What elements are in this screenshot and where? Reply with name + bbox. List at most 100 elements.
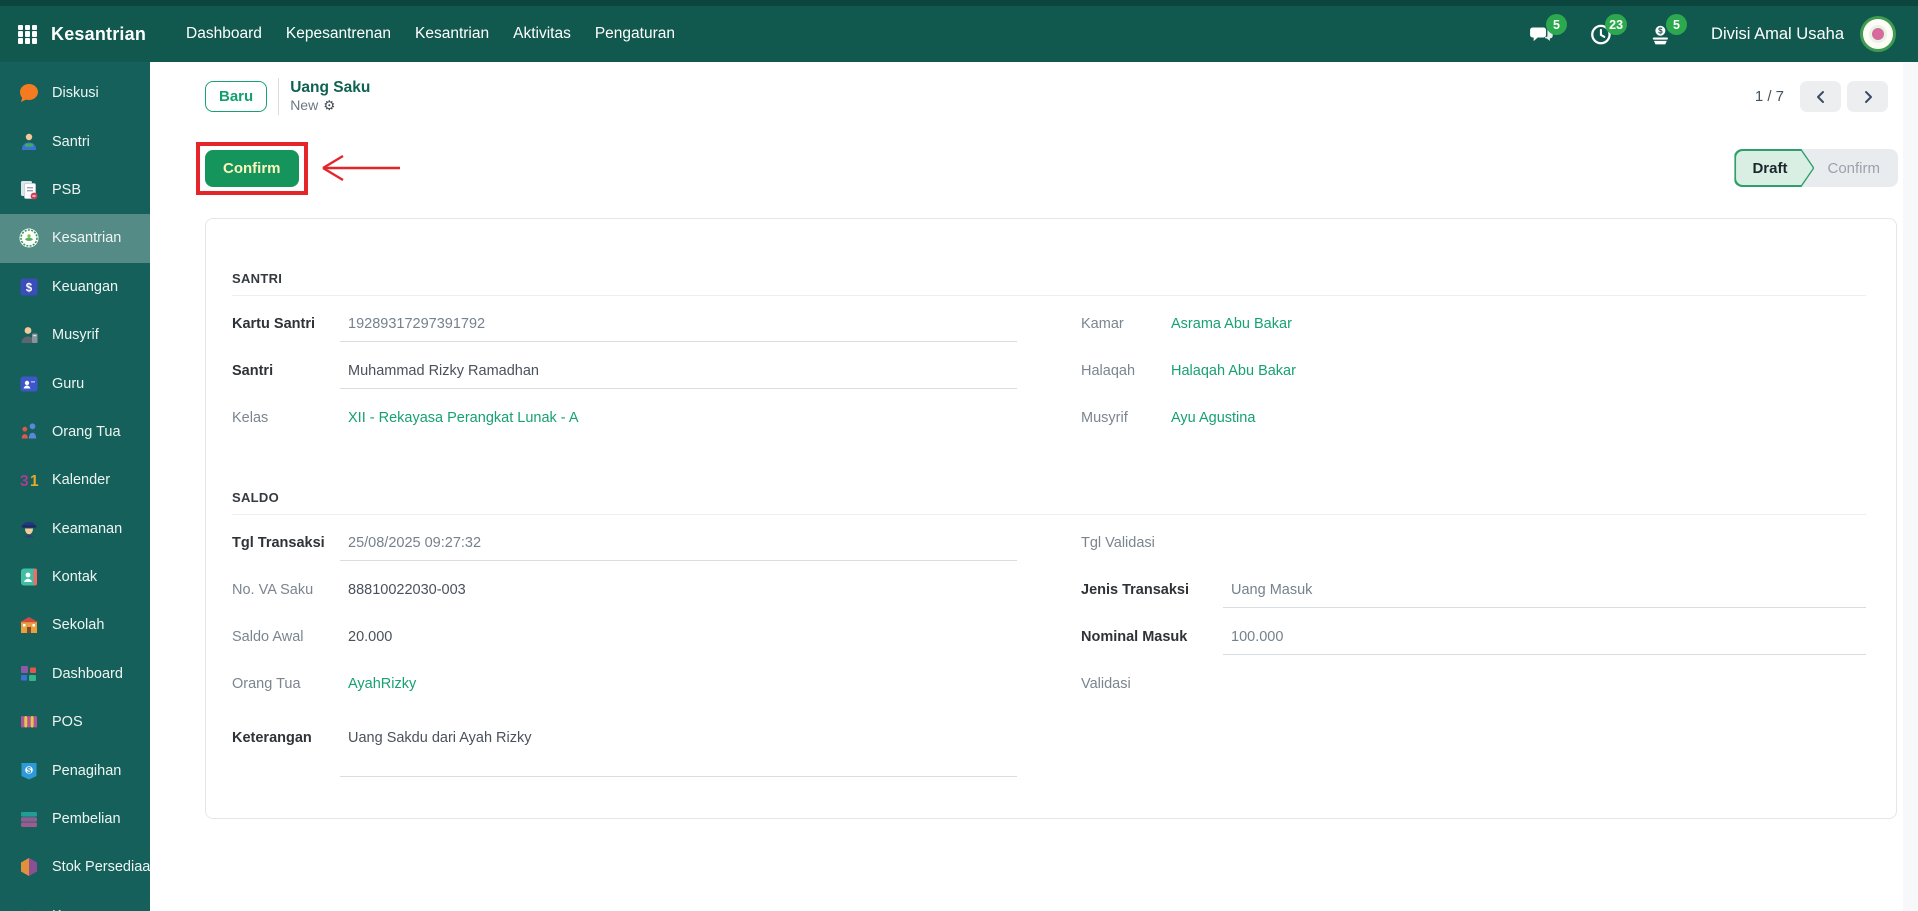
security-guard-icon (17, 517, 41, 541)
settings-gear-icon[interactable]: ⚙ (323, 98, 335, 115)
nav-item-pengaturan[interactable]: Pengaturan (595, 25, 675, 43)
form-toolbar: Confirm Draft Confirm (150, 144, 1918, 192)
inventory-box-icon (17, 855, 41, 879)
nav-item-kepesantrenan[interactable]: Kepesantrenan (286, 25, 391, 43)
svg-text:$: $ (26, 282, 33, 294)
sidebar-item-pembelian[interactable]: Pembelian (0, 795, 150, 843)
sidebar-item-guru[interactable]: Guru (0, 359, 150, 407)
purchase-stack-icon (17, 807, 41, 831)
sidebar-item-kontak[interactable]: Kontak (0, 553, 150, 601)
chat-notifications-icon[interactable]: 5 (1529, 21, 1555, 47)
sidebar-item-keamanan[interactable]: Keamanan (0, 505, 150, 553)
sidebar-item-pos[interactable]: POS (0, 698, 150, 746)
page-header: Baru Uang Saku New ⚙ 1 / 7 (150, 62, 1918, 118)
nav-item-aktivitas[interactable]: Aktivitas (513, 25, 571, 43)
svg-text:1: 1 (30, 473, 39, 490)
sidebar: Diskusi Santri PSB Kesantrian $ Keuangan… (0, 62, 150, 911)
sidebar-item-keuangan[interactable]: $ Keuangan (0, 263, 150, 311)
chat-count-badge: 5 (1546, 14, 1567, 35)
orang-tua-link[interactable]: AyahRizky (340, 673, 1017, 701)
sidebar-item-kesantrian[interactable]: Kesantrian (0, 214, 150, 262)
svg-text:$: $ (1658, 27, 1663, 36)
field-kartu-santri: Kartu Santri 19289317297391792 (232, 313, 1017, 359)
field-validasi: Validasi (1081, 673, 1866, 719)
kamar-link[interactable]: Asrama Abu Bakar (1163, 313, 1866, 341)
kartu-santri-input[interactable]: 19289317297391792 (340, 313, 1017, 342)
section-saldo: SALDO Tgl Transaksi 25/08/2025 09:27:32 … (232, 490, 1866, 778)
sidebar-item-stok-persediaan[interactable]: Stok Persediaan (0, 843, 150, 891)
field-kelas: Kelas XII - Rekayasa Perangkat Lunak - A (232, 407, 1017, 453)
musyrif-link[interactable]: Ayu Agustina (1163, 407, 1866, 435)
sidebar-item-karyawan[interactable]: Karyawan (0, 892, 150, 911)
svg-text:$: $ (27, 765, 32, 774)
employees-dots-icon (17, 904, 41, 911)
field-santri: Santri Muhammad Rizky Ramadhan (232, 360, 1017, 406)
workflow-state-confirm[interactable]: Confirm (1814, 149, 1898, 187)
annotation-arrow (308, 149, 404, 187)
halaqah-link[interactable]: Halaqah Abu Bakar (1163, 360, 1866, 388)
field-saldo-awal: Saldo Awal 20.000 (232, 626, 1017, 672)
confirm-button[interactable]: Confirm (205, 150, 299, 187)
user-menu-label[interactable]: Divisi Amal Usaha (1711, 25, 1844, 44)
section-title: SANTRI (232, 271, 1866, 296)
nominal-masuk-input[interactable]: 100.000 (1223, 626, 1866, 655)
sidebar-item-dashboard[interactable]: Dashboard (0, 650, 150, 698)
brand-title[interactable]: Kesantrian (51, 24, 146, 45)
documents-icon (17, 178, 41, 202)
sidebar-item-penagihan[interactable]: $ Penagihan (0, 746, 150, 794)
status-badge: Baru (205, 81, 267, 112)
workflow-state-draft: Draft (1734, 149, 1814, 187)
pesantren-logo-icon (17, 226, 41, 250)
calendar-31-icon: 31 (17, 468, 41, 492)
prev-record-button[interactable] (1800, 81, 1841, 112)
dollar-square-icon: $ (17, 275, 41, 299)
svg-text:3: 3 (20, 473, 29, 490)
sidebar-item-kalender[interactable]: 31 Kalender (0, 456, 150, 504)
mentor-person-icon (17, 323, 41, 347)
validasi-value (1223, 673, 1866, 697)
field-orang-tua: Orang Tua AyahRizky (232, 673, 1017, 719)
deposit-count-badge: 5 (1666, 14, 1687, 35)
apps-grid-icon[interactable] (18, 25, 37, 44)
field-tgl-validasi: Tgl Validasi (1081, 532, 1866, 578)
tgl-transaksi-input[interactable]: 25/08/2025 09:27:32 (340, 532, 1017, 561)
deposit-money-icon[interactable]: $ 5 (1649, 21, 1675, 47)
sidebar-item-diskusi[interactable]: Diskusi (0, 69, 150, 117)
field-halaqah: Halaqah Halaqah Abu Bakar (1081, 360, 1866, 406)
sidebar-item-psb[interactable]: PSB (0, 166, 150, 214)
activity-count-badge: 23 (1605, 14, 1627, 35)
field-tgl-transaksi: Tgl Transaksi 25/08/2025 09:27:32 (232, 532, 1017, 578)
field-jenis-transaksi: Jenis Transaksi Uang Masuk (1081, 579, 1866, 625)
user-avatar[interactable] (1860, 16, 1896, 52)
tgl-validasi-value (1223, 532, 1866, 556)
field-nominal-masuk: Nominal Masuk 100.000 (1081, 626, 1866, 672)
sidebar-item-sekolah[interactable]: Sekolah (0, 601, 150, 649)
nav-item-dashboard[interactable]: Dashboard (186, 25, 262, 43)
keterangan-textarea[interactable]: Uang Sakdu dari Ayah Rizky (340, 727, 1017, 777)
santri-input[interactable]: Muhammad Rizky Ramadhan (340, 360, 1017, 389)
chat-bubble-icon (17, 81, 41, 105)
field-keterangan: Keterangan Uang Sakdu dari Ayah Rizky (232, 727, 1017, 777)
nav-item-kesantrian[interactable]: Kesantrian (415, 25, 489, 43)
page-title: Uang Saku (290, 78, 370, 97)
field-kamar: Kamar Asrama Abu Bakar (1081, 313, 1866, 359)
sidebar-item-santri[interactable]: Santri (0, 117, 150, 165)
main-content: Baru Uang Saku New ⚙ 1 / 7 Confirm (150, 62, 1918, 911)
sidebar-item-orang-tua[interactable]: Orang Tua (0, 408, 150, 456)
teacher-board-icon (17, 372, 41, 396)
doc-subtitle: New (290, 97, 318, 115)
kelas-link[interactable]: XII - Rekayasa Perangkat Lunak - A (340, 407, 1017, 435)
top-navbar: Kesantrian Dashboard Kepesantrenan Kesan… (0, 0, 1918, 62)
form-card: SANTRI Kartu Santri 19289317297391792 Sa… (205, 218, 1897, 819)
activity-clock-icon[interactable]: 23 (1589, 21, 1615, 47)
no-va-saku-value: 88810022030-003 (340, 579, 1017, 607)
navbar-menu: Dashboard Kepesantrenan Kesantrian Aktiv… (186, 25, 675, 43)
field-no-va-saku: No. VA Saku 88810022030-003 (232, 579, 1017, 625)
student-icon (17, 130, 41, 154)
workflow-state-indicator: Draft Confirm (1734, 149, 1898, 187)
next-record-button[interactable] (1847, 81, 1888, 112)
sidebar-item-musyrif[interactable]: Musyrif (0, 311, 150, 359)
section-title: SALDO (232, 490, 1866, 515)
saldo-awal-value: 20.000 (340, 626, 1017, 654)
jenis-transaksi-select[interactable]: Uang Masuk (1223, 579, 1866, 608)
